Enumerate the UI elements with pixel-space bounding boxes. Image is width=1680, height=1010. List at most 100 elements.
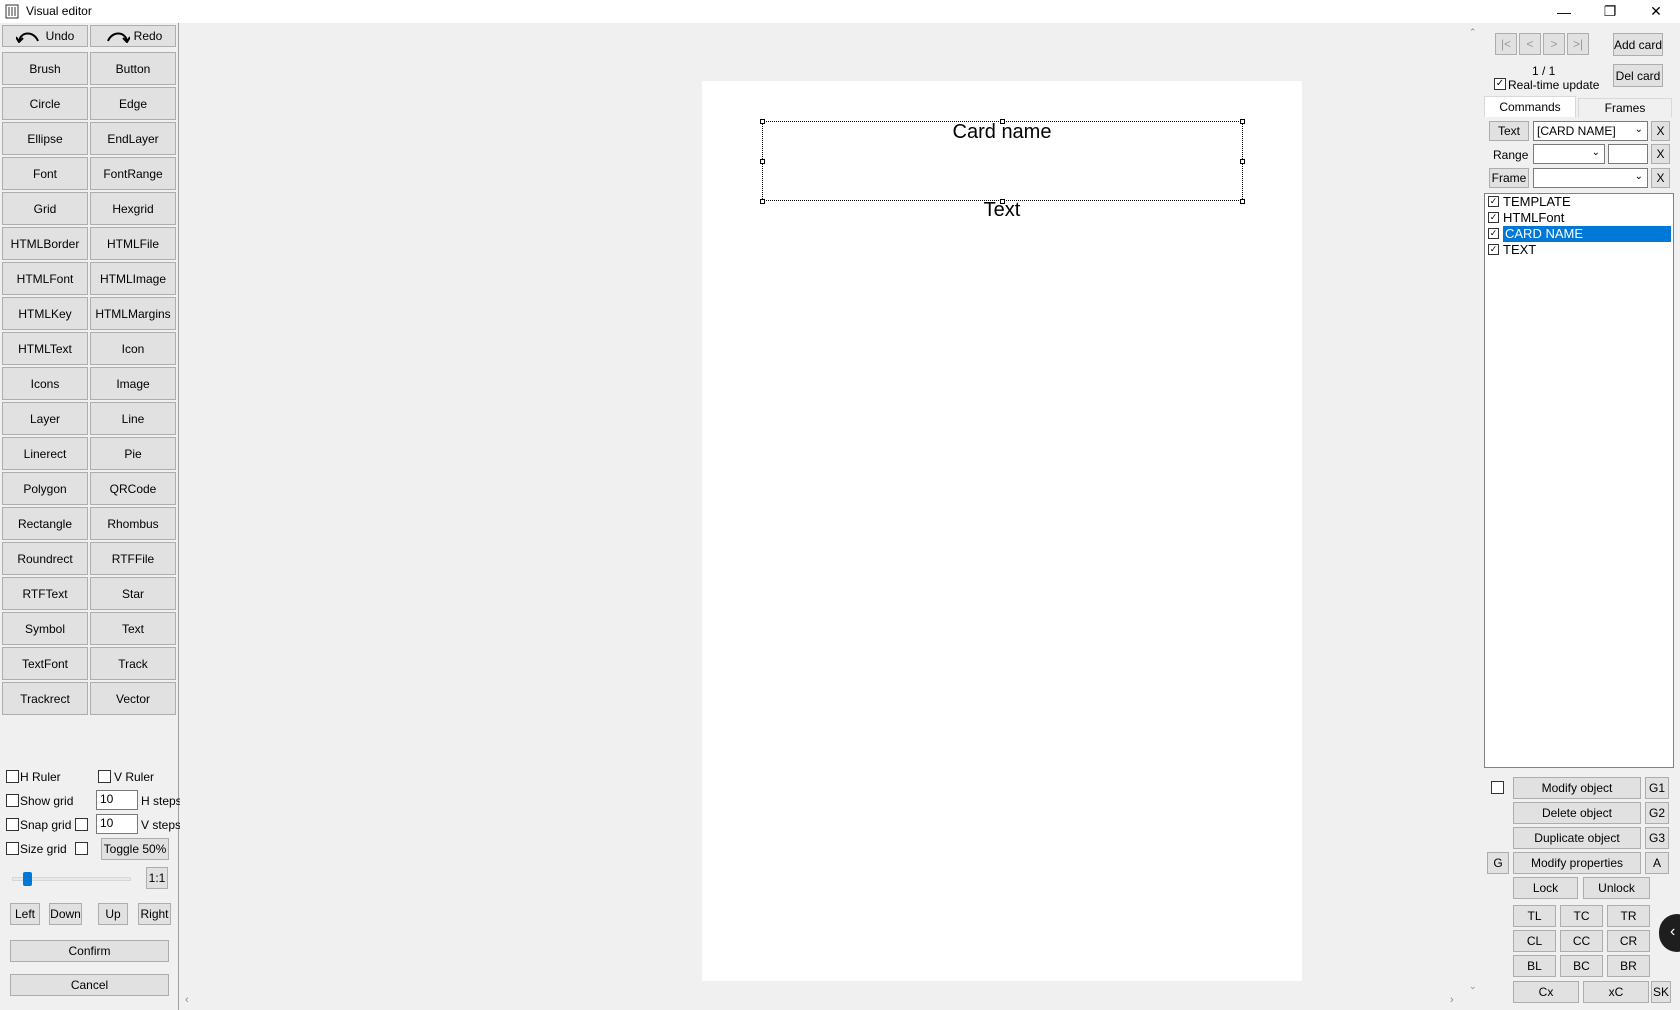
nav-first-button[interactable]: |< [1495, 33, 1517, 55]
close-icon[interactable]: ✕ [1633, 0, 1679, 23]
size-extra-checkbox[interactable] [75, 842, 88, 855]
tool-button-edge[interactable]: Edge [90, 87, 176, 120]
frame-clear-button[interactable]: X [1651, 168, 1670, 188]
nav-prev-button[interactable]: < [1519, 33, 1541, 55]
tool-button-htmlimage[interactable]: HTMLImage [90, 262, 176, 295]
card-name-text[interactable]: Card name [702, 121, 1302, 144]
tool-button-qrcode[interactable]: QRCode [90, 472, 176, 505]
align-tl-button[interactable]: TL [1513, 905, 1556, 927]
g1-button[interactable]: G1 [1645, 777, 1669, 799]
del-card-button[interactable]: Del card [1613, 64, 1663, 87]
nav-next-button[interactable]: > [1543, 33, 1565, 55]
h-steps-input[interactable]: 10 [96, 790, 138, 810]
restore-icon[interactable]: ❐ [1587, 0, 1633, 23]
tool-button-brush[interactable]: Brush [2, 52, 88, 85]
size-grid-checkbox[interactable] [6, 842, 19, 855]
tool-button-circle[interactable]: Circle [2, 87, 88, 120]
tool-button-icon[interactable]: Icon [90, 332, 176, 365]
tool-button-fontrange[interactable]: FontRange [90, 157, 176, 190]
tool-button-rectangle[interactable]: Rectangle [2, 507, 88, 540]
scroll-up-icon[interactable]: ⌃ [1469, 27, 1477, 38]
text-combo[interactable]: [CARD NAME] ⌄ [1533, 121, 1648, 141]
tool-button-textfont[interactable]: TextFont [2, 647, 88, 680]
align-tr-button[interactable]: TR [1607, 905, 1650, 927]
tool-button-polygon[interactable]: Polygon [2, 472, 88, 505]
tool-button-rtffile[interactable]: RTFFile [90, 542, 176, 575]
modify-object-button[interactable]: Modify object [1513, 777, 1641, 799]
scroll-right-icon[interactable]: › [1450, 994, 1454, 1006]
down-button[interactable]: Down [49, 903, 82, 925]
nav-last-button[interactable]: >| [1567, 33, 1589, 55]
tool-button-text[interactable]: Text [90, 612, 176, 645]
align-cc-button[interactable]: CC [1560, 930, 1603, 952]
tool-button-endlayer[interactable]: EndLayer [90, 122, 176, 155]
modify-properties-button[interactable]: Modify properties [1513, 852, 1641, 874]
tab-frames[interactable]: Frames [1578, 98, 1672, 117]
tool-button-track[interactable]: Track [90, 647, 176, 680]
list-item[interactable]: ✓ CARD NAME [1485, 226, 1673, 242]
range-combo[interactable]: ⌄ [1533, 144, 1605, 164]
tool-button-line[interactable]: Line [90, 402, 176, 435]
object-visible-checkbox[interactable]: ✓ [1488, 212, 1499, 223]
undo-button[interactable]: Undo [2, 25, 88, 47]
up-button[interactable]: Up [98, 903, 128, 925]
tool-button-icons[interactable]: Icons [2, 367, 88, 400]
tool-button-grid[interactable]: Grid [2, 192, 88, 225]
tool-button-star[interactable]: Star [90, 577, 176, 610]
tab-commands[interactable]: Commands [1484, 96, 1576, 117]
align-br-button[interactable]: BR [1607, 955, 1650, 977]
tool-button-ellipse[interactable]: Ellipse [2, 122, 88, 155]
tool-button-htmltext[interactable]: HTMLText [2, 332, 88, 365]
tool-button-htmlborder[interactable]: HTMLBorder [2, 227, 88, 260]
tool-button-linerect[interactable]: Linerect [2, 437, 88, 470]
sk-button[interactable]: SK [1651, 981, 1671, 1003]
confirm-button[interactable]: Confirm [10, 940, 169, 962]
align-bl-button[interactable]: BL [1513, 955, 1556, 977]
left-button[interactable]: Left [10, 903, 40, 925]
object-list[interactable]: ✓ TEMPLATE ✓ HTMLFont ✓ CARD NAME ✓ TEXT [1484, 193, 1674, 768]
toggle-50-button[interactable]: Toggle 50% [101, 838, 169, 860]
realtime-checkbox[interactable]: ✓ [1494, 78, 1506, 90]
snap-extra-checkbox[interactable] [75, 818, 88, 831]
cx-button[interactable]: Cx [1513, 981, 1579, 1003]
tool-button-font[interactable]: Font [2, 157, 88, 190]
h-ruler-checkbox[interactable] [6, 770, 19, 783]
object-visible-checkbox[interactable]: ✓ [1488, 228, 1499, 239]
tool-button-rhombus[interactable]: Rhombus [90, 507, 176, 540]
align-tc-button[interactable]: TC [1560, 905, 1603, 927]
text-clear-button[interactable]: X [1651, 121, 1670, 141]
object-checkbox[interactable] [1491, 781, 1504, 794]
tool-button-pie[interactable]: Pie [90, 437, 176, 470]
snap-grid-checkbox[interactable] [6, 818, 19, 831]
g3-button[interactable]: G3 [1645, 827, 1669, 849]
lock-button[interactable]: Lock [1513, 877, 1578, 899]
tool-button-htmlkey[interactable]: HTMLKey [2, 297, 88, 330]
align-bc-button[interactable]: BC [1560, 955, 1603, 977]
canvas-area[interactable]: Card name Text ⌃ ⌄ ‹ › [180, 23, 1482, 1010]
tool-button-htmlfont[interactable]: HTMLFont [2, 262, 88, 295]
cancel-button[interactable]: Cancel [10, 974, 169, 996]
unlock-button[interactable]: Unlock [1583, 877, 1650, 899]
tool-button-symbol[interactable]: Symbol [2, 612, 88, 645]
g2-button[interactable]: G2 [1645, 802, 1669, 824]
object-visible-checkbox[interactable]: ✓ [1488, 244, 1499, 255]
align-cr-button[interactable]: CR [1607, 930, 1650, 952]
card-page[interactable]: Card name Text [702, 81, 1302, 981]
delete-object-button[interactable]: Delete object [1513, 802, 1641, 824]
a-button[interactable]: A [1645, 852, 1669, 874]
object-visible-checkbox[interactable]: ✓ [1488, 196, 1499, 207]
v-steps-input[interactable]: 10 [96, 814, 138, 834]
add-card-button[interactable]: Add card [1613, 33, 1663, 56]
tool-button-layer[interactable]: Layer [2, 402, 88, 435]
right-button[interactable]: Right [138, 903, 171, 925]
scroll-down-icon[interactable]: ⌄ [1469, 981, 1477, 992]
slider-thumb[interactable] [23, 872, 32, 886]
list-item[interactable]: ✓ TEMPLATE [1485, 194, 1673, 210]
tool-button-roundrect[interactable]: Roundrect [2, 542, 88, 575]
xc-button[interactable]: xC [1583, 981, 1649, 1003]
g-button[interactable]: G [1487, 852, 1509, 874]
resize-handle-cl[interactable] [760, 159, 765, 164]
ratio-button[interactable]: 1:1 [146, 867, 168, 889]
text-button[interactable]: Text [1489, 121, 1529, 141]
duplicate-object-button[interactable]: Duplicate object [1513, 827, 1641, 849]
